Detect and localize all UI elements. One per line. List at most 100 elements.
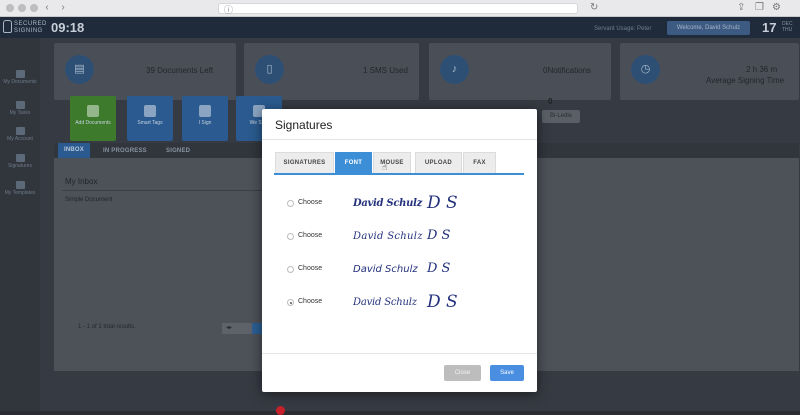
bell-icon: ♪ [440, 55, 469, 84]
action-label: Smart Tags [137, 120, 163, 126]
welcome-button[interactable]: Welcome, David Schulz [667, 21, 750, 35]
tab-inbox[interactable]: INBOX [58, 143, 91, 158]
sidebar-item-label: My Documents [3, 79, 37, 85]
signature-name-preview: David Schulz [353, 198, 422, 209]
close-window-dot[interactable] [6, 4, 14, 12]
tabs-underline [274, 173, 524, 175]
tab-signed[interactable]: SIGNED [166, 148, 190, 154]
sidebar-item-my-documents[interactable]: My Documents [0, 70, 40, 85]
radio-button[interactable] [287, 233, 294, 240]
sidebar-item-label: My Account [7, 136, 33, 142]
stat-sms-used: ▯ 1 SMS Used [244, 43, 419, 100]
sidebar-item-my-account[interactable]: My Account [0, 127, 40, 142]
document-icon [15, 70, 25, 78]
signature-initials-preview: D S [427, 193, 458, 213]
action-label: I Sign [198, 120, 212, 126]
choose-label: Choose [298, 298, 323, 305]
phone-icon: ▯ [255, 55, 284, 84]
browser-toolbar: ‹ › ⓘ ↻ ⇪ ❐ ⚙ [0, 0, 800, 17]
filter-pill[interactable]: Bi-Ledle [542, 110, 580, 123]
signature-initials-preview: D S [427, 292, 458, 312]
modal-title: Signatures [275, 118, 333, 132]
tab-signatures[interactable]: SIGNATURES [275, 152, 334, 173]
top-bar: SECURED SIGNING 09:18 Servant Usage: Pet… [0, 17, 800, 38]
stat-value: 2 h 36 m [746, 65, 778, 74]
tab-in-progress[interactable]: IN PROGRESS [103, 148, 147, 154]
stat-average-signing-time: ◷ 2 h 36 m Average Signing Time [620, 43, 799, 100]
cloud-upload-icon [87, 105, 99, 117]
mail-icon [15, 181, 25, 189]
signature-initials-preview: D S [427, 261, 451, 276]
maximize-window-dot[interactable] [30, 4, 38, 12]
tab-fax[interactable]: FAX [463, 152, 496, 173]
tab-font[interactable]: FONT [335, 152, 372, 173]
signatures-modal: Signatures SIGNATURES FONT MOUSE UPLOAD … [262, 109, 537, 392]
radio-button-selected[interactable] [287, 299, 294, 306]
stat-value: 1 SMS Used [363, 66, 408, 75]
pagination-control[interactable]: ◂▸ [222, 323, 252, 334]
reload-icon[interactable]: ↻ [590, 2, 598, 13]
signature-option-4[interactable]: Choose David Schulz D S [287, 292, 517, 313]
sidebar-item-my-tasks[interactable]: My Tasks [0, 101, 40, 116]
clock-time: 09:18 [51, 20, 85, 35]
stat-notifications: ♪ 0Notifications [429, 43, 611, 100]
stat-value: 0Notifications [543, 66, 592, 75]
settings-icon[interactable]: ⚙ [772, 2, 781, 13]
tab-mouse[interactable]: MOUSE [373, 152, 411, 173]
sidebar-item-label: Signatures [8, 163, 32, 169]
sidebar-item-signatures[interactable]: Signatures [0, 154, 40, 169]
inbox-divider [62, 190, 262, 191]
forward-icon[interactable]: › [56, 2, 70, 14]
tab-upload[interactable]: UPLOAD [415, 152, 462, 173]
sidebar-item-my-templates[interactable]: My Templates [0, 181, 40, 196]
modal-header-divider [262, 139, 537, 140]
radio-button[interactable] [287, 266, 294, 273]
close-button[interactable]: Close [444, 365, 481, 381]
signature-option-1[interactable]: Choose David Schulz D S [287, 193, 517, 214]
minimize-window-dot[interactable] [18, 4, 26, 12]
back-icon[interactable]: ‹ [40, 2, 54, 14]
radio-button[interactable] [287, 200, 294, 207]
person-icon [199, 105, 211, 117]
info-icon: ⓘ [224, 5, 234, 15]
clock-icon: ◷ [631, 55, 660, 84]
address-bar[interactable]: ⓘ [218, 3, 578, 15]
signature-option-3[interactable]: Choose David Schulz D S [287, 260, 517, 280]
share-icon[interactable]: ⇪ [737, 2, 745, 13]
choose-label: Choose [298, 265, 323, 272]
signature-option-2[interactable]: Choose David Schulz D S [287, 227, 517, 247]
document-icon: ▤ [65, 55, 94, 84]
signature-initials-preview: D S [427, 228, 451, 243]
window-controls [6, 4, 38, 12]
inbox-title: My Inbox [65, 177, 98, 186]
date-month: DEC THU [782, 21, 793, 33]
stat-value: 39 Documents Left [146, 66, 214, 75]
logo-text: SECURED SIGNING [14, 21, 47, 34]
action-label: Add Documents [75, 120, 111, 126]
save-button[interactable]: Save [490, 365, 524, 381]
stat-documents-left: ▤ 39 Documents Left [54, 43, 236, 100]
i-sign-button[interactable]: I Sign [182, 96, 228, 141]
smart-tags-button[interactable]: Smart Tags [127, 96, 173, 141]
sidebar-item-label: My Templates [4, 190, 36, 196]
lock-icon [3, 20, 12, 33]
app-window: SECURED SIGNING 09:18 Servant Usage: Pet… [0, 17, 800, 415]
people-icon [15, 101, 25, 109]
table-row[interactable]: Simple Document [65, 197, 112, 203]
signature-name-preview: David Schulz [353, 231, 423, 242]
add-documents-button[interactable]: Add Documents [70, 96, 116, 141]
signature-name-preview: David Schulz [353, 297, 417, 308]
modal-footer-divider [262, 353, 537, 354]
stat-sub: Average Signing Time [706, 76, 785, 85]
results-count: 1 - 1 of 1 total results. [78, 324, 136, 330]
tag-icon [144, 105, 156, 117]
count-value: 0 [548, 97, 553, 106]
date-day: 17 [762, 20, 777, 35]
signature-name-preview: David Schulz [353, 264, 418, 275]
app-logo[interactable]: SECURED SIGNING [3, 19, 46, 36]
current-page-button[interactable] [252, 323, 262, 334]
hand-cursor-icon: ☝ [382, 162, 388, 172]
tabs-icon[interactable]: ❐ [755, 2, 764, 13]
gear-icon [15, 127, 25, 135]
sidebar-item-label: My Tasks [9, 110, 31, 116]
